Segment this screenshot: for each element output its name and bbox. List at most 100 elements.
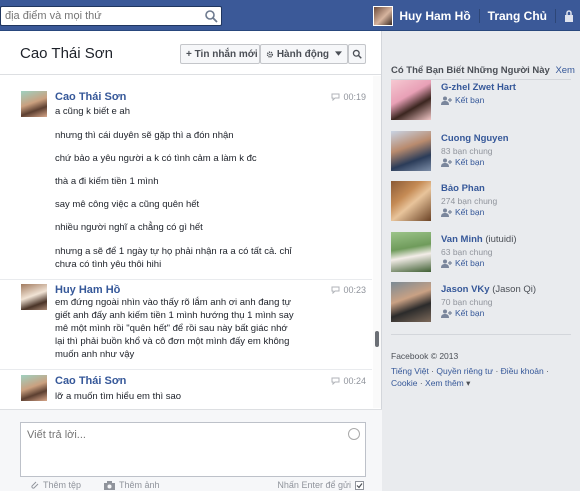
add-friend-button[interactable]: Kết bạn: [441, 157, 484, 167]
person-photo[interactable]: [391, 131, 431, 171]
footer-link-cookie[interactable]: Cookie: [391, 378, 417, 388]
search-icon: [352, 49, 362, 59]
person-name[interactable]: Van Minh (iutuidi): [441, 234, 517, 245]
add-friend-button[interactable]: Kết bạn: [441, 95, 484, 105]
person-name[interactable]: Cuong Nguyen: [441, 133, 509, 144]
emoticon-icon[interactable]: [348, 428, 360, 440]
see-all-link[interactable]: Xem: [555, 65, 575, 76]
actions-label: Hành động: [276, 48, 330, 60]
message-list: Cao Thái Sơn 00:19 a cũng k biết e ah nh…: [0, 76, 372, 408]
new-message-label: + Tin nhắn mới: [186, 48, 258, 60]
person-name[interactable]: G-zhel Zwet Hart: [441, 82, 516, 93]
footer-divider: [391, 334, 571, 335]
add-friend-label: Kết bạn: [455, 157, 485, 167]
add-friend-label: Kết bạn: [455, 207, 485, 217]
message-line: muốn anh như vậy: [55, 349, 135, 360]
add-friend-button[interactable]: Kết bạn: [441, 308, 484, 318]
mutual-friends[interactable]: 83 bạn chung: [441, 146, 493, 156]
footer-link-language[interactable]: Tiếng Việt: [391, 366, 429, 376]
chat-bubble-icon: [331, 286, 340, 294]
person-alt-name: (Jason Qi): [492, 284, 537, 295]
footer-link-more[interactable]: Xem thêm: [425, 378, 464, 388]
suggested-person: Jason VKy (Jason Qi) 70 bạn chung Kết bạ…: [391, 282, 571, 326]
message-time-text: 00:23: [343, 285, 366, 295]
message-time-text: 00:24: [343, 376, 366, 386]
attach-photo-button[interactable]: Thêm ảnh: [104, 480, 160, 490]
avatar[interactable]: [21, 91, 47, 117]
footer-links: Tiếng Việt · Quyền riêng tư · Điều khoản…: [391, 366, 549, 388]
conversation-search-button[interactable]: [348, 44, 366, 64]
message-divider: [0, 279, 372, 280]
message-time-text: 00:19: [343, 92, 366, 102]
search-box[interactable]: [0, 6, 222, 26]
checkbox-icon[interactable]: [355, 480, 364, 490]
mutual-friends[interactable]: 63 bạn chung: [441, 247, 493, 257]
message-time: 00:24: [331, 376, 366, 386]
message-divider: [0, 369, 372, 370]
chat-bubble-icon: [331, 93, 340, 101]
suggested-person: Van Minh (iutuidi) 63 bạn chung Kết bạn: [391, 232, 571, 276]
person-photo[interactable]: [391, 80, 431, 120]
message-line: giết anh đấy anh kiếm tiền 1 mình hướng …: [55, 310, 294, 321]
chevron-down-icon: [335, 51, 342, 56]
message-line: chứ bảo a yêu người a k có tình cảm a là…: [55, 153, 257, 164]
message-line: em đứng ngoài nhìn vào thấy rõ lắm anh ơ…: [55, 297, 292, 308]
conversation-header: Cao Thái Sơn + Tin nhắn mới Hành động: [0, 31, 381, 75]
add-friend-icon: [441, 259, 452, 268]
avatar[interactable]: [21, 375, 47, 401]
reply-box[interactable]: [20, 422, 366, 477]
person-name[interactable]: Jason VKy (Jason Qi): [441, 284, 536, 295]
message-time: 00:23: [331, 285, 366, 295]
add-friend-label: Kết bạn: [455, 308, 485, 318]
camera-icon: [104, 480, 115, 490]
suggested-person: Bảo Phan 274 bạn chung Kết bạn: [391, 181, 571, 225]
top-avatar[interactable]: [373, 5, 394, 26]
actions-button[interactable]: Hành động: [260, 44, 348, 64]
message-line: nhưng a sẽ để 1 ngày tự họ phải nhận ra …: [55, 246, 292, 257]
message-line: mê một mình rồi "quên hết" để rồi sau nà…: [55, 323, 288, 334]
message-line: say mê công việc a cũng quên hết: [55, 199, 200, 210]
conversation-title: Cao Thái Sơn: [20, 45, 113, 62]
sender-name[interactable]: Cao Thái Sơn: [55, 375, 126, 387]
add-friend-button[interactable]: Kết bạn: [441, 207, 484, 217]
person-name-text: Bảo Phan: [441, 183, 485, 194]
gear-icon: [266, 50, 274, 58]
message-line: a cũng k biết e ah: [55, 106, 130, 117]
person-photo[interactable]: [391, 181, 431, 221]
attach-file-button[interactable]: Thêm tệp: [30, 480, 81, 490]
person-alt-name: (iutuidi): [485, 234, 517, 245]
message-line: chưa có tình yêu thôi hihi: [55, 259, 162, 270]
message-line: nhiều người nghĩ a chẳng có gì hết: [55, 222, 203, 233]
lock-icon[interactable]: [564, 9, 574, 22]
footer-link-privacy[interactable]: Quyền riêng tư: [436, 366, 493, 376]
composer-toolbar: Thêm tệp Thêm ảnh Nhấn Enter để gửi: [20, 478, 366, 491]
message-time: 00:19: [331, 92, 366, 102]
person-name-text: Jason VKy: [441, 284, 490, 295]
avatar[interactable]: [21, 284, 47, 310]
message-scrollbar[interactable]: [373, 76, 381, 408]
enter-to-send-toggle[interactable]: Nhấn Enter để gửi: [277, 480, 364, 490]
home-link[interactable]: Trang Chủ: [480, 8, 556, 23]
message-line: thà a đi kiếm tiền 1 mình: [55, 176, 159, 187]
sender-name[interactable]: Huy Ham Hồ: [55, 284, 120, 296]
profile-link[interactable]: Huy Ham Hồ: [399, 8, 480, 23]
reply-input[interactable]: [21, 423, 341, 453]
footer-link-terms[interactable]: Điều khoản: [501, 366, 544, 376]
search-icon[interactable]: [204, 9, 218, 23]
person-photo[interactable]: [391, 282, 431, 322]
conversation-panel: Cao Thái Sơn + Tin nhắn mới Hành động Ca…: [0, 31, 382, 491]
sender-name[interactable]: Cao Thái Sơn: [55, 91, 126, 103]
suggested-person: G-zhel Zwet Hart Kết bạn: [391, 80, 571, 124]
search-input[interactable]: [1, 7, 197, 25]
add-friend-icon: [441, 158, 452, 167]
mutual-friends[interactable]: 274 bạn chung: [441, 196, 497, 206]
message-line: lỡ a muốn tìm hiểu em thì sao: [55, 391, 182, 402]
new-message-button[interactable]: + Tin nhắn mới: [180, 44, 260, 64]
mutual-friends[interactable]: 70 bạn chung: [441, 297, 493, 307]
scrollbar-thumb[interactable]: [375, 331, 379, 347]
person-name[interactable]: Bảo Phan: [441, 183, 485, 194]
person-photo[interactable]: [391, 232, 431, 272]
add-friend-button[interactable]: Kết bạn: [441, 258, 484, 268]
pymk-title: Có Thể Bạn Biết Những Người Này: [391, 65, 550, 76]
person-name-text: Van Minh: [441, 234, 483, 245]
